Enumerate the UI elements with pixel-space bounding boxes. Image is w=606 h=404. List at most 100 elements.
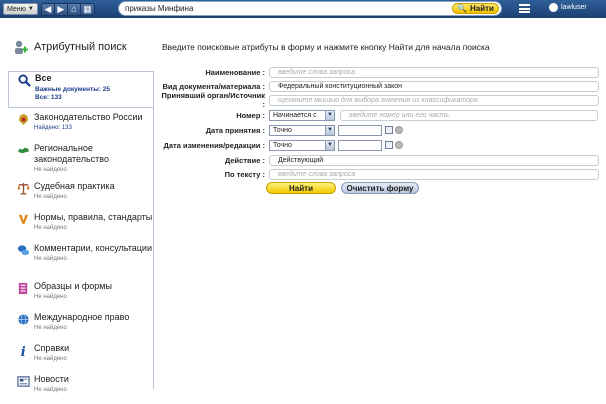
- date-mode-select[interactable]: Точно ▼: [269, 124, 335, 136]
- found-count: Не найдено: [34, 325, 67, 331]
- sidebar-item-international[interactable]: Международное право Не найдено: [8, 311, 153, 342]
- sidebar-item-standards[interactable]: Нормы, правила, стандарты Не найдено: [8, 211, 153, 242]
- calendar-icon[interactable]: [385, 126, 393, 134]
- sidebar-item-label: Законодательство России: [34, 112, 143, 122]
- menu-button[interactable]: Меню ▼: [3, 3, 38, 15]
- sidebar-header: Атрибутный поиск: [13, 39, 127, 55]
- user-account[interactable]: lawluser: [549, 3, 587, 12]
- username: lawluser: [561, 4, 587, 11]
- chevron-down-icon: ▼: [325, 125, 334, 135]
- sidebar-item-forms[interactable]: Образцы и формы Не найдено: [8, 280, 153, 311]
- calendar-icon[interactable]: [385, 141, 393, 149]
- sidebar-item-label: Комментарии, консультации: [34, 243, 152, 253]
- name-row: Наименование : введите слова запроса: [160, 66, 606, 78]
- text-label: По тексту :: [224, 169, 265, 179]
- sidebar-title: Атрибутный поиск: [34, 41, 127, 53]
- clear-date-icon[interactable]: [395, 141, 403, 149]
- sidebar-item-label: Образцы и формы: [34, 281, 112, 291]
- change-date-row: Дата изменения/редакции : Точно ▼: [160, 139, 606, 151]
- search-button[interactable]: 🔍 Найти: [452, 3, 499, 14]
- status-field[interactable]: Действующий: [269, 154, 599, 166]
- nav-button-group: ◀ ▶ ⌂ ▦: [40, 2, 95, 16]
- text-row: По тексту : введите слова запроса: [160, 168, 606, 180]
- number-mode-select[interactable]: Начинается с ▼: [269, 109, 335, 121]
- change-date-label: Дата изменения/редакции :: [163, 140, 265, 150]
- important-docs-count[interactable]: Важные документы: 25: [35, 86, 153, 93]
- number-mode-value: Начинается с: [273, 111, 317, 119]
- text-input[interactable]: введите слова запроса: [269, 168, 599, 180]
- found-count: Не найдено: [34, 194, 67, 200]
- chevron-down-icon: ▼: [325, 110, 334, 120]
- sidebar-item-label: Судебная практика: [34, 181, 115, 191]
- status-row: Действие : Действующий: [160, 154, 606, 166]
- category-list: Все Важные документы: 25 Все: 133 Законо…: [8, 71, 153, 404]
- sidebar-item-comments[interactable]: Комментарии, консультации Не найдено: [8, 242, 153, 280]
- name-input[interactable]: введите слова запроса: [269, 66, 599, 78]
- grid-icon[interactable]: ▦: [81, 4, 94, 15]
- user-avatar-icon: [549, 3, 558, 12]
- found-count: Не найдено: [34, 387, 67, 393]
- sidebar-item-label: Новости: [34, 374, 69, 384]
- sidebar-item-regional[interactable]: Региональное законодательство Не найдено: [8, 142, 153, 180]
- found-count: Найдено: 133: [34, 125, 72, 131]
- all-docs-count[interactable]: Все: 133: [35, 94, 153, 101]
- found-count: Не найдено: [34, 256, 67, 262]
- sidebar-item-references[interactable]: i Справки Не найдено: [8, 342, 153, 373]
- sidebar-item-label: Нормы, правила, стандарты: [34, 212, 153, 222]
- date-input[interactable]: [338, 124, 382, 136]
- globe-icon: [18, 314, 29, 325]
- found-count: Не найдено: [34, 356, 67, 362]
- search-button-label: Найти: [469, 4, 494, 13]
- search-input[interactable]: [125, 3, 425, 14]
- sidebar: Атрибутный поиск Все Важные документы: 2…: [8, 18, 154, 393]
- scales-icon: [17, 182, 30, 195]
- back-arrow-icon[interactable]: ◀: [42, 3, 55, 15]
- clear-date-icon[interactable]: [395, 126, 403, 134]
- search-icon: 🔍: [457, 4, 467, 13]
- doctype-label: Вид документа/материала :: [162, 81, 265, 91]
- sidebar-item-label: Справки: [34, 343, 70, 353]
- search-box: 🔍 Найти: [118, 1, 502, 16]
- sidebar-divider: [153, 71, 154, 389]
- number-row: Номер : Начинается с ▼ введите номер или…: [160, 109, 606, 121]
- comments-icon: [17, 245, 30, 256]
- sidebar-item-court[interactable]: Судебная практика Не найдено: [8, 180, 153, 211]
- russia-emblem-icon: [18, 113, 29, 126]
- number-label: Номер :: [236, 110, 265, 120]
- authority-field[interactable]: щелкните мышью для выбора значения из кл…: [269, 94, 599, 106]
- found-count: Не найдено: [34, 167, 67, 173]
- sidebar-item-label: Региональное законодательство: [34, 143, 109, 164]
- hamburger-menu-icon[interactable]: [519, 4, 530, 13]
- menu-button-label: Меню: [7, 5, 26, 13]
- clear-form-button[interactable]: Очистить форму: [341, 182, 419, 194]
- chevron-down-icon: ▼: [27, 6, 34, 12]
- home-icon[interactable]: ⌂: [68, 3, 81, 15]
- forms-icon: [18, 282, 28, 295]
- search-instructions: Введите поисковые атрибуты в форму и наж…: [162, 42, 490, 52]
- chevron-down-icon: ▼: [325, 140, 334, 150]
- date-label: Дата принятия :: [205, 125, 265, 135]
- date-row: Дата принятия : Точно ▼: [160, 124, 606, 136]
- news-icon: [17, 376, 30, 387]
- forward-arrow-icon[interactable]: ▶: [55, 3, 68, 15]
- find-button[interactable]: Найти: [266, 182, 336, 194]
- change-mode-value: Точно: [273, 141, 292, 149]
- name-label: Наименование :: [205, 67, 265, 77]
- sidebar-item-russia-law[interactable]: Законодательство России Найдено: 133: [8, 111, 153, 142]
- russia-map-icon: [17, 147, 30, 154]
- top-toolbar: Меню ▼ ◀ ▶ ⌂ ▦ 🔍 Найти lawluser: [0, 0, 606, 18]
- change-date-input[interactable]: [338, 139, 382, 151]
- authority-row: Принявший орган/Источник : щелкните мышь…: [160, 91, 606, 109]
- info-icon: i: [21, 345, 26, 357]
- svg-text:i: i: [21, 345, 26, 357]
- date-mode-value: Точно: [273, 126, 292, 134]
- number-input[interactable]: введите номер или его часть: [340, 109, 598, 121]
- standards-icon: [18, 214, 29, 225]
- sidebar-item-all[interactable]: Все Важные документы: 25 Все: 133: [8, 71, 153, 108]
- change-mode-select[interactable]: Точно ▼: [269, 139, 335, 151]
- found-count: Не найдено: [34, 225, 67, 231]
- status-label: Действие :: [224, 155, 265, 165]
- authority-label: Принявший орган/Источник :: [161, 91, 265, 109]
- found-count: Не найдено: [34, 294, 67, 300]
- doctype-field[interactable]: Федеральный конституционный закон: [269, 80, 599, 92]
